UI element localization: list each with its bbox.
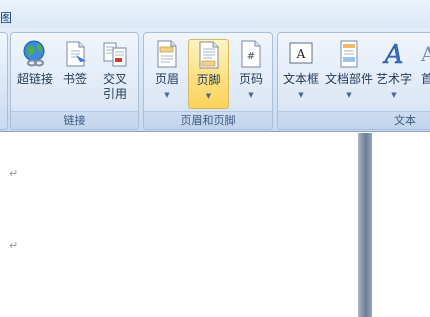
header-page-icon (157, 40, 177, 68)
quick-parts-icon (340, 40, 358, 68)
header-dropdown-icon[interactable]: ▼ (147, 91, 187, 99)
drop-cap-button[interactable]: A 首 (415, 39, 430, 109)
header-button[interactable]: 页眉 ▼ (147, 39, 187, 109)
footer-page-icon (199, 41, 218, 69)
group-label-text: 文本 (278, 111, 430, 129)
quick-parts-dropdown-icon[interactable]: ▼ (324, 91, 374, 99)
paragraph-mark: ↵ (9, 167, 19, 180)
quick-parts-button[interactable]: 文档部件 ▼ (324, 39, 374, 109)
group-text: A 文本框 ▼ 文档部件 ▼ A 艺术字 ▼ A 首 文本 (277, 32, 430, 130)
wordart-dropdown-icon[interactable]: ▼ (375, 91, 413, 99)
drop-cap-icon: A (420, 42, 430, 66)
footer-dropdown-icon[interactable]: ▼ (189, 92, 228, 100)
group-links: 超链接 书签 交叉 引用 链接 (10, 32, 139, 130)
tab-label-fragment: 图 (0, 11, 13, 25)
title-strip: 图 (0, 0, 430, 28)
canvas-background (372, 133, 430, 317)
svg-text:#: # (247, 51, 255, 62)
page-number-button[interactable]: # 页码 ▼ (231, 39, 271, 109)
bookmark-icon (66, 41, 86, 67)
ribbon: 超链接 书签 交叉 引用 链接 页眉 ▼ 页脚 ▼ # 页码 ▼ 页眉和页脚 A… (0, 28, 430, 132)
group-header-footer: 页眉 ▼ 页脚 ▼ # 页码 ▼ 页眉和页脚 (143, 32, 273, 130)
wordart-button[interactable]: A 艺术字 ▼ (375, 39, 413, 109)
page-number-dropdown-icon[interactable]: ▼ (231, 91, 271, 99)
cross-reference-icon (103, 42, 127, 67)
footer-button[interactable]: 页脚 ▼ (188, 39, 229, 109)
bookmark-button[interactable]: 书签 (59, 39, 91, 109)
text-box-icon: A (289, 42, 313, 64)
page-edge-shadow (358, 133, 372, 317)
hyperlink-button[interactable]: 超链接 (13, 39, 57, 109)
previous-group-edge (0, 32, 8, 130)
group-label-header-footer: 页眉和页脚 (144, 111, 272, 129)
svg-text:A: A (383, 40, 404, 69)
wordart-icon: A (382, 40, 404, 69)
text-box-dropdown-icon[interactable]: ▼ (280, 91, 322, 99)
page-number-icon: # (241, 40, 261, 68)
cross-reference-button[interactable]: 交叉 引用 (95, 39, 135, 109)
text-box-button[interactable]: A 文本框 ▼ (280, 39, 322, 109)
hyperlink-globe-icon (23, 40, 45, 67)
svg-text:A: A (420, 42, 430, 66)
group-label-links: 链接 (11, 111, 138, 129)
svg-text:A: A (296, 47, 306, 61)
paragraph-mark: ↵ (9, 239, 19, 252)
